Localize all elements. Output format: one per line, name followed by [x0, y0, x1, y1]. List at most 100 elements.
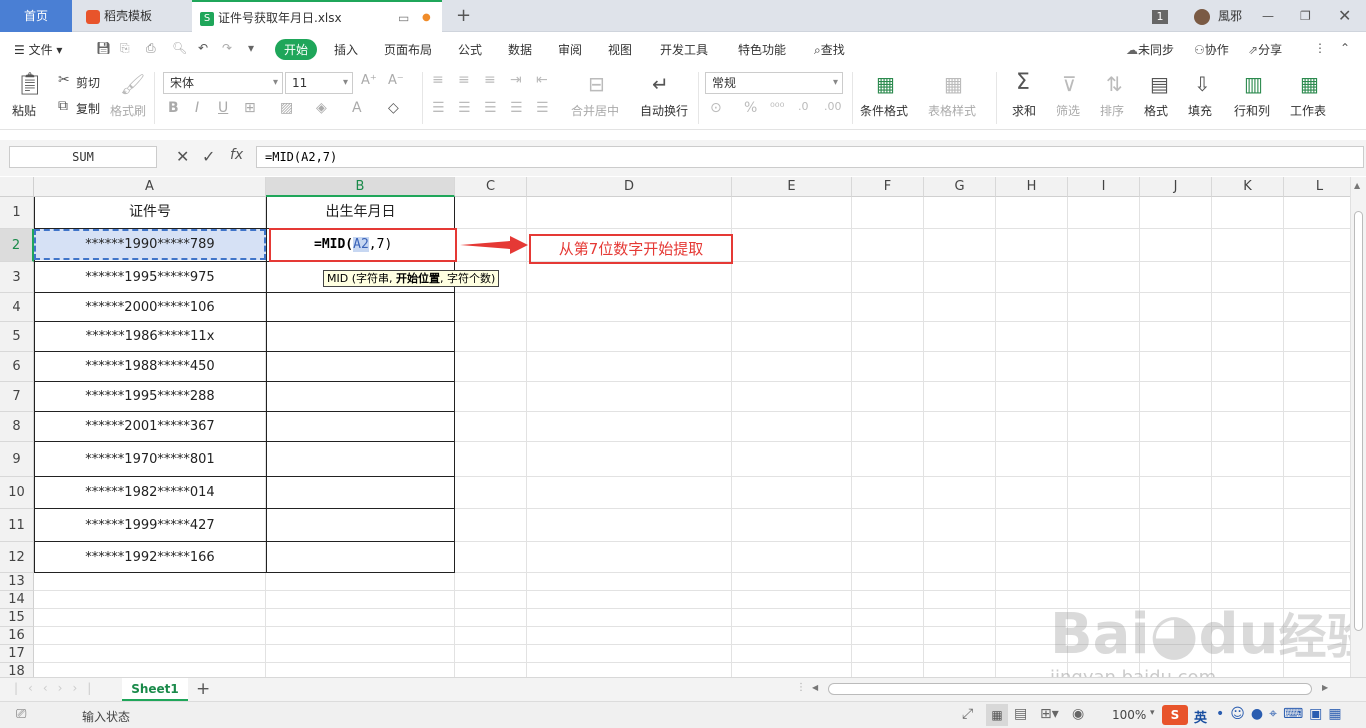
font-grow-icon[interactable]: A⁺ [361, 73, 377, 88]
add-sheet-icon[interactable]: + [196, 679, 210, 699]
tab-formula[interactable]: 公式 [458, 41, 482, 58]
confirm-icon[interactable]: ✓ [202, 147, 215, 166]
table-style-button[interactable]: 表格样式 [928, 102, 976, 119]
ime-mode[interactable]: 英 [1194, 707, 1207, 726]
row-header-13[interactable]: 13 [0, 573, 34, 591]
eraser-icon[interactable]: ◇ [388, 100, 399, 116]
decrease-decimal-icon[interactable]: .00 [824, 100, 842, 113]
percent-icon[interactable]: % [744, 100, 757, 116]
row-header-4[interactable]: 4 [0, 293, 34, 322]
column-header-i[interactable]: I [1068, 177, 1140, 197]
justify-icon[interactable]: ☰ [510, 100, 523, 116]
normal-view-icon[interactable]: ▦ [986, 704, 1008, 726]
scroll-up-icon[interactable]: ▲ [1354, 181, 1360, 190]
tab-document[interactable]: S 证件号获取年月日.xlsx ▭ ● [192, 0, 442, 32]
zoom-level[interactable]: 100% [1112, 708, 1146, 722]
row-header-3[interactable]: 3 [0, 262, 34, 293]
row-header-12[interactable]: 12 [0, 542, 34, 573]
tab-page-layout[interactable]: 页面布局 [384, 41, 432, 58]
format-button[interactable]: 格式 [1144, 102, 1168, 119]
align-left-icon[interactable]: ☰ [432, 100, 445, 116]
align-center-icon[interactable]: ☰ [458, 100, 471, 116]
tab-data[interactable]: 数据 [508, 41, 532, 58]
row-header-17[interactable]: 17 [0, 645, 34, 663]
header-birthdate[interactable]: 出生年月日 [266, 201, 455, 221]
cut-button[interactable]: 剪切 [76, 74, 100, 91]
ime-toolbar-icon[interactable]: •☺●⌖⌨▣▦ [1216, 706, 1348, 722]
row-header-7[interactable]: 7 [0, 382, 34, 412]
increase-decimal-icon[interactable]: .0 [798, 100, 809, 113]
page-layout-icon[interactable]: ▤ [1014, 706, 1027, 722]
indent-icon[interactable]: ⇥ [510, 72, 522, 88]
row-header-14[interactable]: 14 [0, 591, 34, 609]
macro-icon[interactable]: ⎚ [16, 707, 26, 722]
hscroll-thumb[interactable] [828, 683, 1312, 695]
page-break-icon[interactable]: ⊞▾ [1040, 706, 1059, 722]
row-col-button[interactable]: 行和列 [1234, 102, 1270, 119]
column-header-k[interactable]: K [1212, 177, 1284, 197]
avatar[interactable] [1194, 9, 1210, 25]
thousands-icon[interactable]: ⁰⁰⁰ [770, 100, 784, 114]
row-header-16[interactable]: 16 [0, 627, 34, 645]
row-header-18[interactable]: 18 [0, 663, 34, 677]
row-header-15[interactable]: 15 [0, 609, 34, 627]
bucket-icon[interactable]: ◈ [316, 100, 327, 116]
insert-function-icon[interactable]: fx [230, 147, 243, 163]
tab-insert[interactable]: 插入 [334, 41, 358, 58]
column-header-e[interactable]: E [732, 177, 852, 197]
more-icon[interactable]: ⋮ [1314, 41, 1326, 55]
editing-cell-b2[interactable]: =MID(A2,7) [269, 228, 457, 262]
paste-button[interactable]: 粘贴 [12, 102, 36, 119]
close-button[interactable]: ✕ [1338, 0, 1351, 32]
column-header-b[interactable]: B [266, 177, 455, 197]
font-color-icon[interactable]: A [352, 100, 362, 116]
fill-button[interactable]: 填充 [1188, 102, 1212, 119]
row-header-11[interactable]: 11 [0, 509, 34, 542]
format-painter-button[interactable]: 格式刷 [110, 102, 146, 119]
row-header-2[interactable]: 2 [0, 229, 34, 262]
tab-start[interactable]: 开始 [275, 39, 318, 60]
font-shrink-icon[interactable]: A⁻ [388, 73, 404, 88]
tab-view[interactable]: 视图 [608, 41, 632, 58]
cell-a6[interactable]: ******1988*****450 [34, 359, 266, 374]
column-header-f[interactable]: F [852, 177, 924, 197]
column-header-d[interactable]: D [527, 177, 732, 197]
vertical-scrollbar[interactable]: ▲ [1350, 177, 1366, 677]
worksheet-button[interactable]: 工作表 [1290, 102, 1326, 119]
share-button[interactable]: ⇗分享 [1248, 41, 1282, 58]
filter-button[interactable]: 筛选 [1056, 102, 1080, 119]
preview-icon[interactable]: 🔍︎ [172, 41, 187, 55]
column-header-j[interactable]: J [1140, 177, 1212, 197]
quick-access-chevron-icon[interactable]: ▾ [248, 41, 254, 55]
fullscreen-icon[interactable]: ⤢ [962, 706, 973, 722]
undo-icon[interactable]: ↶ [198, 41, 208, 55]
outdent-icon[interactable]: ⇤ [536, 72, 548, 88]
font-size-select[interactable]: 11 [285, 72, 353, 94]
tab-special[interactable]: 特色功能 [738, 41, 786, 58]
restore-button[interactable]: ❐ [1300, 0, 1311, 32]
save-icon[interactable]: 💾︎ [96, 41, 111, 55]
collapse-ribbon-icon[interactable]: ⌃ [1340, 41, 1350, 55]
currency-icon[interactable]: ⊙ [710, 100, 722, 116]
tab-developer[interactable]: 开发工具 [660, 41, 708, 58]
font-name-select[interactable]: 宋体 [163, 72, 283, 94]
sort-button[interactable]: 排序 [1100, 102, 1124, 119]
tab-home[interactable]: 首页 [0, 0, 72, 32]
cell-a4[interactable]: ******2000*****106 [34, 300, 266, 315]
search-button[interactable]: ⌕查找 [814, 41, 845, 58]
scroll-right-icon[interactable]: ▶ [1322, 683, 1328, 692]
sync-button[interactable]: ☁未同步 [1126, 41, 1174, 58]
italic-icon[interactable]: I [195, 100, 199, 116]
tab-review[interactable]: 审阅 [558, 41, 582, 58]
row-header-6[interactable]: 6 [0, 352, 34, 382]
fill-color-icon[interactable]: ▨ [280, 100, 293, 116]
row-header-8[interactable]: 8 [0, 412, 34, 442]
column-header-l[interactable]: L [1284, 177, 1350, 197]
tab-template[interactable]: 稻壳模板 [74, 0, 190, 32]
file-menu[interactable]: ☰ 文件 ▾ [14, 41, 62, 58]
copy-button[interactable]: 复制 [76, 100, 100, 117]
wrap-text-button[interactable]: 自动换行 [640, 102, 688, 119]
redo-icon[interactable]: ↷ [222, 41, 232, 55]
column-header-a[interactable]: A [34, 177, 266, 197]
underline-icon[interactable]: U [218, 100, 228, 116]
